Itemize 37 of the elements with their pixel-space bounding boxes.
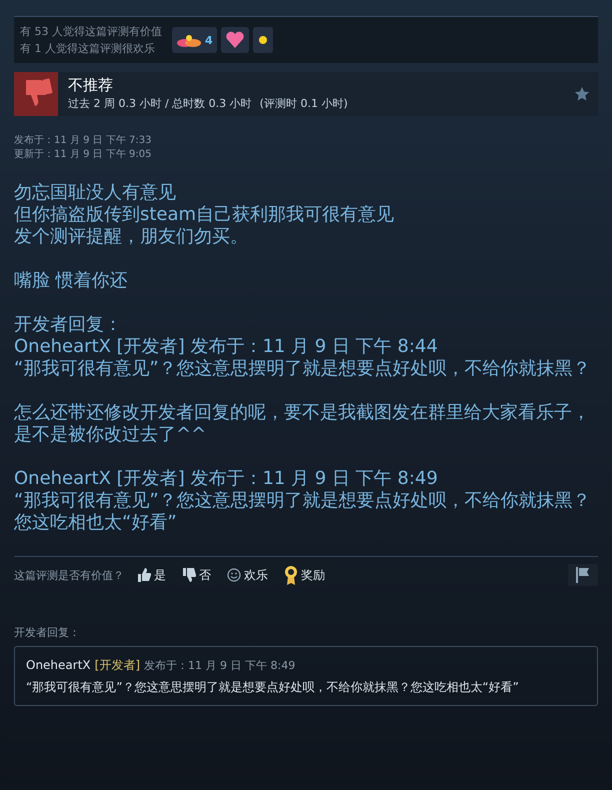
review-text: 但你搞盗版传到steam自己获利那我可很有意见 [14,204,396,226]
helpful-count: 有 1 人觉得这篇评测很欢乐 [20,42,156,56]
review-text: “那我可很有意见”？您这意思摆明了就是想要点好处呗，不给你就抹黑？您这吃相也太“好看” [14,490,592,534]
flag-button[interactable] [568,564,598,586]
clouds-icon [176,32,202,48]
review-text: 开发者回复： [14,314,123,336]
helpful-prompt: 这篇评测是否有价值？ [14,568,124,582]
award-count: 4 [205,34,213,46]
post-date: 更新于：11 月 9 日 下午 9:05 [14,148,152,162]
review-playtime: (评测时 0.1 小时) [260,96,348,112]
star-icon[interactable] [574,86,590,102]
review-text: OneheartX [开发者] 发布于：11 月 9 日 下午 8:44 [14,336,439,358]
helpful-count: 有 53 人觉得这篇评测有价值 [20,24,162,38]
response-text: “那我可很有意见”？您这意思摆明了就是想要点好处呗，不给你就抹黑？您这吃相也太“好看” [26,679,520,695]
award-icon [284,565,298,585]
verdict-title: 不推荐 [68,75,114,95]
author-name: OneheartX [26,658,91,672]
sparkle-icon [256,34,269,46]
review-text: OneheartX [开发者] 发布于：11 月 9 日 下午 8:49 [14,468,439,490]
section-label: 开发者回复： [14,625,81,640]
review-text: 嘴脸 惯着你还 [14,270,129,292]
post-date: 发布于：11 月 9 日 下午 7:33 [14,134,152,148]
flag-icon [576,567,590,583]
award-badge[interactable] [252,27,273,53]
review-text: 怎么还带还修改开发者回复的呢，要不是我截图发在群里给大家看乐子，是不是被你改过去了^^ [14,402,591,446]
playtime-text: 过去 2 周 0.3 小时 / 总时数 0.3 小时 [68,96,252,112]
award-badge[interactable] [220,27,249,53]
review-text: 发个测评提醒，朋友们勿买。 [14,226,249,248]
post-date: 发布于：11 月 9 日 下午 8:49 [144,658,296,673]
thumbs-up-icon [137,568,151,582]
smiley-icon [227,568,241,582]
developer-tag: [开发者] [94,657,140,674]
review-text: 勿忘国耻没人有意见 [14,182,177,204]
review-text: “那我可很有意见”？您这意思摆明了就是想要点好处呗，不给你就抹黑？ [14,358,592,380]
award-badge[interactable]: 4 [172,27,217,53]
heart-icon [224,31,245,49]
thumbs-down-icon [182,568,196,582]
